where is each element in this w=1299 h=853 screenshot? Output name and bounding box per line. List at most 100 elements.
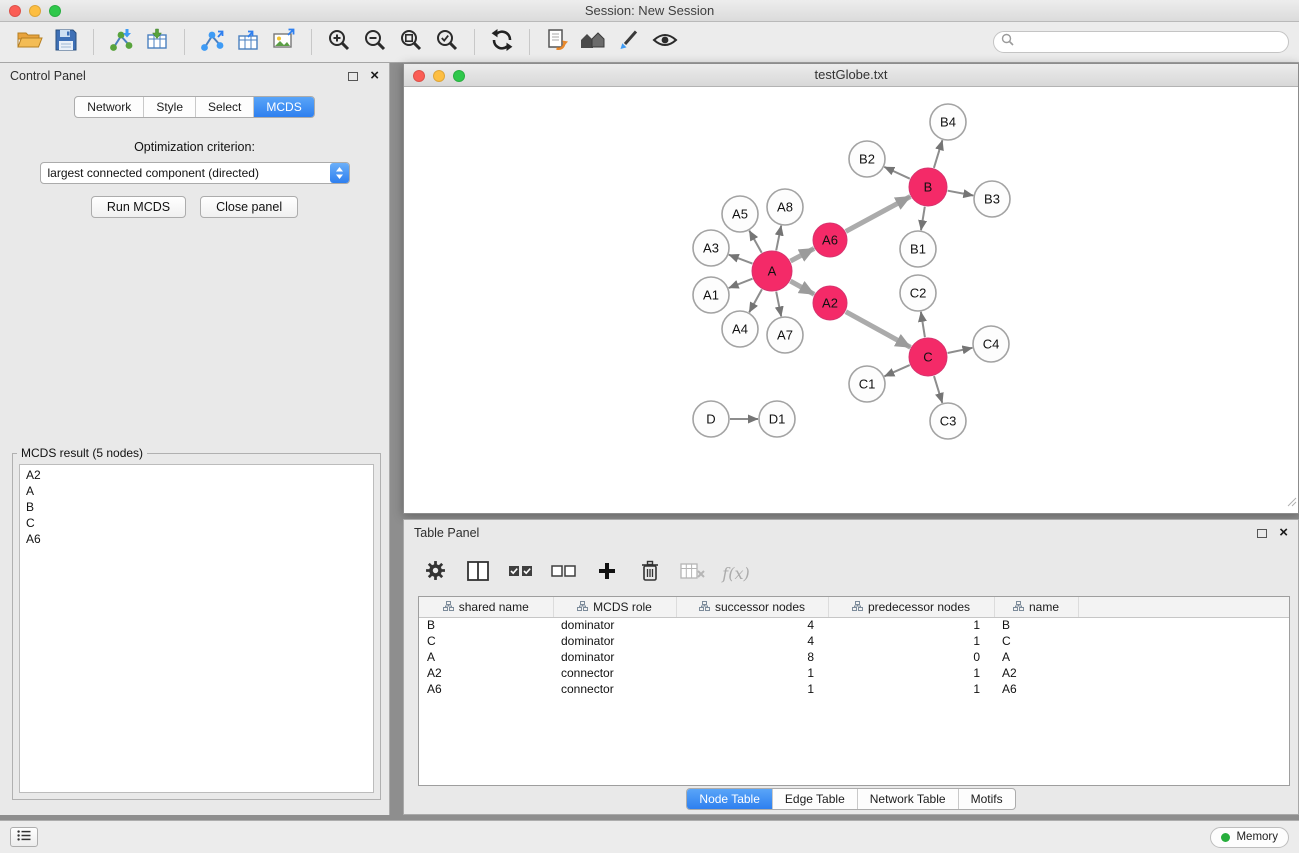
- column-header-name[interactable]: name: [994, 597, 1078, 617]
- select-all-button[interactable]: [506, 558, 536, 588]
- graph-node-D1[interactable]: D1: [759, 401, 795, 437]
- column-header-successor-nodes[interactable]: successor nodes: [676, 597, 828, 617]
- table-cell[interactable]: A2: [419, 665, 553, 681]
- mcds-result-item[interactable]: A: [20, 483, 373, 499]
- graph-node-A1[interactable]: A1: [693, 277, 729, 313]
- zoom-selected-button[interactable]: [429, 25, 465, 59]
- network-canvas[interactable]: AA6A2BCA1A3A4A5A7A8B1B2B3B4C1C2C3C4DD1: [404, 87, 1298, 513]
- mcds-result-item[interactable]: C: [20, 515, 373, 531]
- graph-node-A8[interactable]: A8: [767, 189, 803, 225]
- column-header-shared-name[interactable]: shared name: [419, 597, 553, 617]
- graph-edge-C-C2[interactable]: [921, 312, 925, 337]
- table-cell[interactable]: A6: [419, 681, 553, 697]
- close-window-button[interactable]: [9, 5, 21, 17]
- graph-node-D[interactable]: D: [693, 401, 729, 437]
- network-close-button[interactable]: [413, 70, 425, 82]
- graph-node-B1[interactable]: B1: [900, 231, 936, 267]
- float-panel-icon[interactable]: [348, 72, 358, 81]
- resize-handle[interactable]: [1286, 494, 1297, 512]
- zoom-in-button[interactable]: [321, 25, 357, 59]
- run-mcds-button[interactable]: Run MCDS: [91, 196, 186, 218]
- zoom-out-button[interactable]: [357, 25, 393, 59]
- tab-motifs[interactable]: Motifs: [958, 789, 1015, 809]
- graph-edge-A6-B[interactable]: [846, 197, 911, 232]
- graph-edge-A-A6[interactable]: [791, 249, 815, 262]
- graph-node-A3[interactable]: A3: [693, 230, 729, 266]
- add-column-button[interactable]: [592, 558, 622, 588]
- show-columns-button[interactable]: [463, 558, 493, 588]
- graph-edge-C-C4[interactable]: [948, 348, 973, 353]
- graph-node-C2[interactable]: C2: [900, 275, 936, 311]
- table-cell[interactable]: 0: [828, 649, 994, 665]
- tab-network[interactable]: Network: [75, 97, 143, 117]
- graph-node-C[interactable]: C: [909, 338, 947, 376]
- minimize-window-button[interactable]: [29, 5, 41, 17]
- network-window-titlebar[interactable]: testGlobe.txt: [404, 64, 1298, 87]
- graph-node-B2[interactable]: B2: [849, 141, 885, 177]
- deselect-all-button[interactable]: [549, 558, 579, 588]
- table-cell[interactable]: A: [419, 649, 553, 665]
- graph-edge-A-A4[interactable]: [749, 289, 762, 312]
- graph-node-A4[interactable]: A4: [722, 311, 758, 347]
- open-session-button[interactable]: [12, 25, 48, 59]
- graph-node-B3[interactable]: B3: [974, 181, 1010, 217]
- close-panel-button[interactable]: Close panel: [200, 196, 298, 218]
- graph-edge-B-B3[interactable]: [948, 191, 974, 196]
- table-settings-button[interactable]: [420, 558, 450, 588]
- table-cell[interactable]: A2: [994, 665, 1078, 681]
- table-cell[interactable]: 4: [676, 617, 828, 633]
- column-header-predecessor-nodes[interactable]: predecessor nodes: [828, 597, 994, 617]
- graph-edge-C-C1[interactable]: [884, 365, 909, 376]
- table-row[interactable]: A6connector11A6: [419, 681, 1289, 697]
- zoom-window-button[interactable]: [49, 5, 61, 17]
- graph-node-C1[interactable]: C1: [849, 366, 885, 402]
- close-panel-icon[interactable]: ×: [1279, 527, 1288, 539]
- network-zoom-button[interactable]: [453, 70, 465, 82]
- table-cell[interactable]: dominator: [553, 649, 676, 665]
- tab-network-table[interactable]: Network Table: [857, 789, 958, 809]
- table-cell[interactable]: connector: [553, 665, 676, 681]
- export-table-button[interactable]: [230, 25, 266, 59]
- graph-edge-A-A8[interactable]: [776, 226, 781, 251]
- table-cell[interactable]: C: [419, 633, 553, 649]
- tab-select[interactable]: Select: [195, 97, 253, 117]
- graph-edge-A-A2[interactable]: [790, 281, 814, 294]
- graph-edge-B-B2[interactable]: [884, 167, 910, 179]
- show-panels-button[interactable]: [10, 827, 38, 847]
- zoom-fit-button[interactable]: [393, 25, 429, 59]
- home-button[interactable]: [575, 25, 611, 59]
- table-row[interactable]: A2connector11A2: [419, 665, 1289, 681]
- float-panel-icon[interactable]: [1257, 529, 1267, 538]
- graph-edge-B-B4[interactable]: [934, 140, 943, 168]
- graph-edge-A-A7[interactable]: [776, 292, 781, 317]
- table-row[interactable]: Adominator80A: [419, 649, 1289, 665]
- close-panel-icon[interactable]: ×: [370, 70, 379, 82]
- export-image-button[interactable]: [266, 25, 302, 59]
- import-table-button[interactable]: [139, 25, 175, 59]
- table-cell[interactable]: 1: [828, 665, 994, 681]
- table-cell[interactable]: dominator: [553, 633, 676, 649]
- table-cell[interactable]: B: [419, 617, 553, 633]
- save-session-button[interactable]: [48, 25, 84, 59]
- mcds-result-item[interactable]: A6: [20, 531, 373, 547]
- table-cell[interactable]: B: [994, 617, 1078, 633]
- table-cell[interactable]: dominator: [553, 617, 676, 633]
- table-row[interactable]: Cdominator41C: [419, 633, 1289, 649]
- tab-edge-table[interactable]: Edge Table: [772, 789, 857, 809]
- graph-edge-B-B1[interactable]: [921, 207, 925, 231]
- search-input[interactable]: [1019, 35, 1281, 49]
- mcds-result-item[interactable]: A2: [20, 467, 373, 483]
- graph-node-A2[interactable]: A2: [813, 286, 847, 320]
- show-hide-button[interactable]: [647, 25, 683, 59]
- table-cell[interactable]: 1: [828, 681, 994, 697]
- memory-button[interactable]: Memory: [1210, 827, 1289, 848]
- mcds-result-list[interactable]: A2ABCA6: [19, 464, 374, 793]
- graph-node-B[interactable]: B: [909, 168, 947, 206]
- delete-table-button[interactable]: [678, 558, 708, 588]
- open-document-button[interactable]: [539, 25, 575, 59]
- graph-node-A7[interactable]: A7: [767, 317, 803, 353]
- mcds-result-item[interactable]: B: [20, 499, 373, 515]
- table-cell[interactable]: A: [994, 649, 1078, 665]
- graph-edge-C-C3[interactable]: [934, 376, 942, 403]
- table-row[interactable]: Bdominator41B: [419, 617, 1289, 633]
